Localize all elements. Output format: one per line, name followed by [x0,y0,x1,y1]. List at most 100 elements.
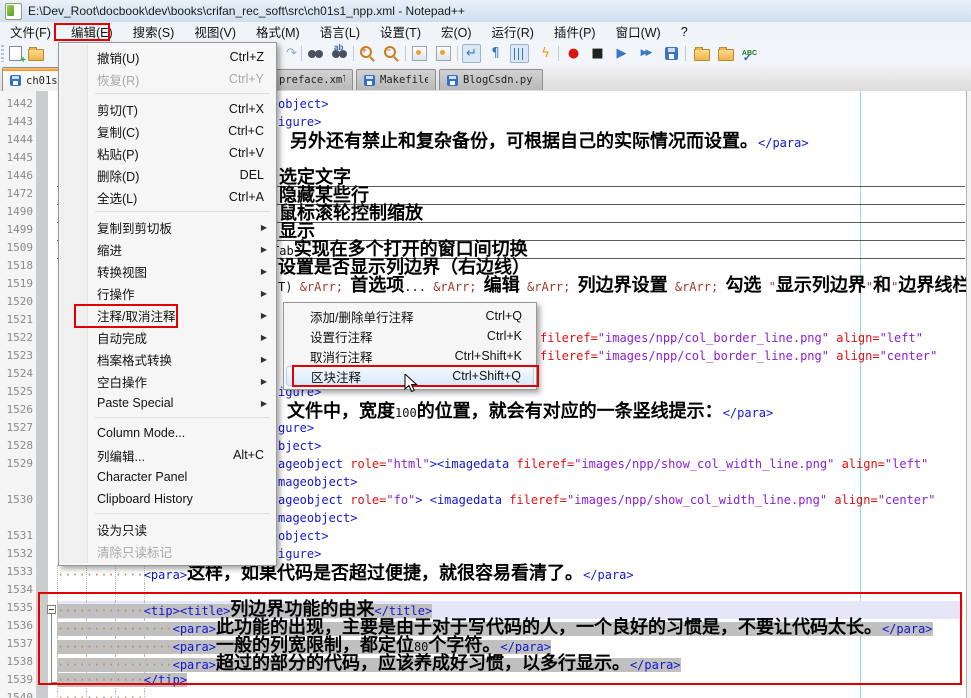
menu-separator [95,208,270,216]
line-number: 1527 [0,421,33,434]
toolbar-separator [457,46,458,61]
redo-icon[interactable]: ↷ [282,44,301,63]
record-macro-icon[interactable]: ● [564,44,583,63]
menubar-item-7[interactable]: 设置(T) [370,20,431,43]
stop-macro-icon[interactable]: ■ [588,44,607,63]
menubar-item-8[interactable]: 宏(O) [431,20,482,43]
edit-menu-item-档案格式转换[interactable]: 档案格式转换▶ [61,348,274,370]
zoom-out-icon[interactable] [382,44,401,63]
menubar-item-3[interactable]: 搜索(S) [123,20,185,43]
edit-menu-item-撤销(U)[interactable]: 撤销(U)Ctrl+Z [61,46,274,68]
indent-guide-icon-glyph [514,48,526,60]
menubar-item-4[interactable]: 视图(V) [184,20,246,43]
editor-line-1533[interactable]: 1533············<para>这样，如果代码是否超过便捷，就很容易… [0,565,966,583]
save-macro-icon[interactable] [662,44,681,63]
folder-as-workspace-icon[interactable] [716,44,735,63]
editor-line-text: igure> [278,547,321,561]
notepad-plus-plus-window: E:\Dev_Root\docbook\dev\books\crifan_rec… [0,0,971,698]
edit-menu-item-剪切(T)[interactable]: 剪切(T)Ctrl+X [61,98,274,120]
edit-menu-item-删除(D)[interactable]: 删除(D)DEL [61,164,274,186]
menu-item-label: Character Panel [97,470,264,484]
edit-menu-item-复制到剪切板[interactable]: 复制到剪切板▶ [61,216,274,238]
edit-menu-item-Character Panel[interactable]: Character Panel [61,466,274,488]
edit-menu-item-注释/取消注释[interactable]: 注释/取消注释▶ [61,304,274,326]
menubar-item-2[interactable]: 编辑(E) [61,20,123,43]
menubar-item-5[interactable]: 格式(M) [246,20,310,43]
editor-line-text: ············</tip> [57,673,187,687]
play-macro-icon[interactable]: ▶ [612,44,631,63]
menu-item-label: 设置行注释 [310,327,373,346]
zoom-in-icon[interactable] [358,44,377,63]
menu-item-shortcut: Ctrl+V [229,146,264,160]
editor-line-1538[interactable]: 1538················<para>超过的部分的代码，应该养成好… [0,655,966,673]
edit-menu-item-清除只读标记[interactable]: 清除只读标记 [61,540,274,562]
menu-item-label: Column Mode... [97,426,264,440]
word-wrap-icon[interactable]: ↵ [462,44,481,63]
fold-collapse-box-icon[interactable] [47,605,56,614]
open-file-icon[interactable] [26,44,45,63]
text-selection: ············</tip> [57,673,187,687]
save-macro-icon-glyph [665,47,678,60]
show-all-characters-icon[interactable]: ¶ [486,44,505,63]
edit-menu-item-自动完成[interactable]: 自动完成▶ [61,326,274,348]
indent-guide-icon[interactable] [510,44,529,63]
find-icon[interactable] [306,44,325,63]
run-macro-multiple-icon[interactable]: ▶▶ [636,44,655,63]
edit-menu-item-Column Mode...[interactable]: Column Mode... [61,422,274,444]
toolbar-separator [685,46,686,61]
spell-check-icon[interactable]: ABC [740,44,759,63]
line-number: 1540 [0,691,33,698]
submenu-arrow-icon: ▶ [261,377,267,386]
edit-menu-item-复制(C)[interactable]: 复制(C)Ctrl+C [61,120,274,142]
function-list-icon[interactable]: ϟ [536,44,555,63]
new-file-icon[interactable] [6,44,25,63]
edit-menu-item-恢复(R)[interactable]: 恢复(R)Ctrl+Y [61,68,274,90]
text-selection: ················<para>此功能的出现，主要是由于对于写代码的… [57,622,933,636]
window-right-edge [966,91,971,698]
indent-guide [57,583,58,601]
edit-menu-item-行操作[interactable]: 行操作▶ [61,282,274,304]
line-number: 1442 [0,97,33,110]
menubar-item-9[interactable]: 运行(R) [482,20,544,43]
editor-line-text: bject> [278,439,321,453]
replace-icon[interactable] [330,44,349,63]
submenu-item-设置行注释[interactable]: 设置行注释Ctrl+K [286,326,534,346]
edit-menu-item-缩进[interactable]: 缩进▶ [61,238,274,260]
line-number: 1490 [0,205,33,218]
sync-vertical-scroll-icon[interactable] [410,44,429,63]
edit-menu-item-Clipboard History[interactable]: Clipboard History [61,488,274,510]
submenu-arrow-icon: ▶ [261,333,267,342]
menubar-item-10[interactable]: 插件(P) [544,20,606,43]
edit-menu-item-粘贴(P)[interactable]: 粘贴(P)Ctrl+V [61,142,274,164]
sync-horizontal-scroll-icon[interactable] [434,44,453,63]
editor-line-1539[interactable]: 1539 ············</tip> [0,673,966,691]
menu-item-label: 注释/取消注释 [97,306,264,325]
zoom-out-icon-glyph [384,46,396,58]
indent-guide [86,583,87,601]
tab-Makefile[interactable]: Makefile [356,69,436,90]
editor-line-1540[interactable]: 1540············ [0,691,966,698]
edit-menu-item-转换视图[interactable]: 转换视图▶ [61,260,274,282]
line-number: 1520 [0,295,33,308]
menubar-item-1[interactable]: 文件(F) [0,20,61,43]
edit-menu-item-空白操作[interactable]: 空白操作▶ [61,370,274,392]
edit-menu-item-全选(L)[interactable]: 全选(L)Ctrl+A [61,186,274,208]
open-file-icon-glyph [28,49,44,61]
line-number: 1529 [0,457,33,470]
line-number: 1530 [0,493,33,506]
menubar-item-12[interactable]: ? [671,23,698,41]
edit-menu-dropdown: 撤销(U)Ctrl+Z恢复(R)Ctrl+Y 剪切(T)Ctrl+X复制(C)Ct… [58,42,277,566]
editor-line-1534[interactable]: 1534 [0,583,966,601]
edit-menu-item-Paste Special[interactable]: Paste Special▶ [61,392,274,414]
line-number: 1534 [0,583,33,596]
edit-menu-item-列编辑...[interactable]: 列编辑...Alt+C [61,444,274,466]
menu-item-label: 取消行注释 [310,347,373,366]
line-number: 1539 [0,673,33,686]
submenu-item-添加/删除单行注释[interactable]: 添加/删除单行注释Ctrl+Q [286,306,534,326]
edit-menu-item-设为只读[interactable]: 设为只读 [61,518,274,540]
open-containing-folder-icon[interactable] [692,44,711,63]
menubar-item-11[interactable]: 窗口(W) [606,20,671,43]
submenu-item-取消行注释[interactable]: 取消行注释Ctrl+Shift+K [286,346,534,366]
menubar-item-6[interactable]: 语言(L) [310,20,370,43]
tab-BlogCsdn.py[interactable]: BlogCsdn.py [439,69,543,90]
